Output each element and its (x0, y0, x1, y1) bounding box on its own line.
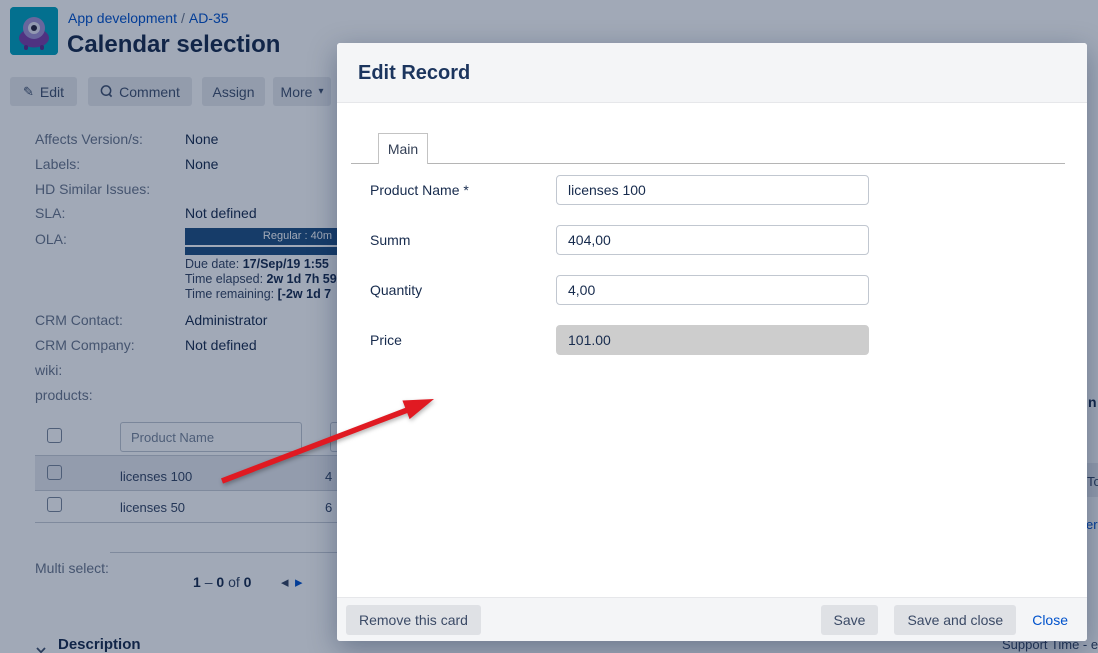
summ-field-label: Summ (370, 232, 410, 248)
price-field-label: Price (370, 332, 402, 348)
save-button[interactable]: Save (821, 605, 879, 635)
remove-card-button[interactable]: Remove this card (346, 605, 481, 635)
price-field (556, 325, 869, 355)
tab-bar-divider (351, 163, 1065, 164)
product-name-field[interactable] (556, 175, 869, 205)
dialog-title: Edit Record (358, 62, 470, 85)
dialog-header: Edit Record (337, 43, 1087, 103)
summ-field[interactable] (556, 225, 869, 255)
tab-main[interactable]: Main (378, 133, 428, 164)
footer-action-group: Save Save and close Close (821, 605, 1068, 635)
save-and-close-button[interactable]: Save and close (894, 605, 1016, 635)
quantity-field-label: Quantity (370, 282, 422, 298)
quantity-field[interactable] (556, 275, 869, 305)
dialog-footer: Remove this card Save Save and close Clo… (337, 597, 1087, 641)
close-link[interactable]: Close (1032, 612, 1068, 628)
edit-record-dialog: Edit Record Main Product Name * Summ Qua… (337, 43, 1087, 641)
product-name-field-label: Product Name * (370, 182, 469, 198)
